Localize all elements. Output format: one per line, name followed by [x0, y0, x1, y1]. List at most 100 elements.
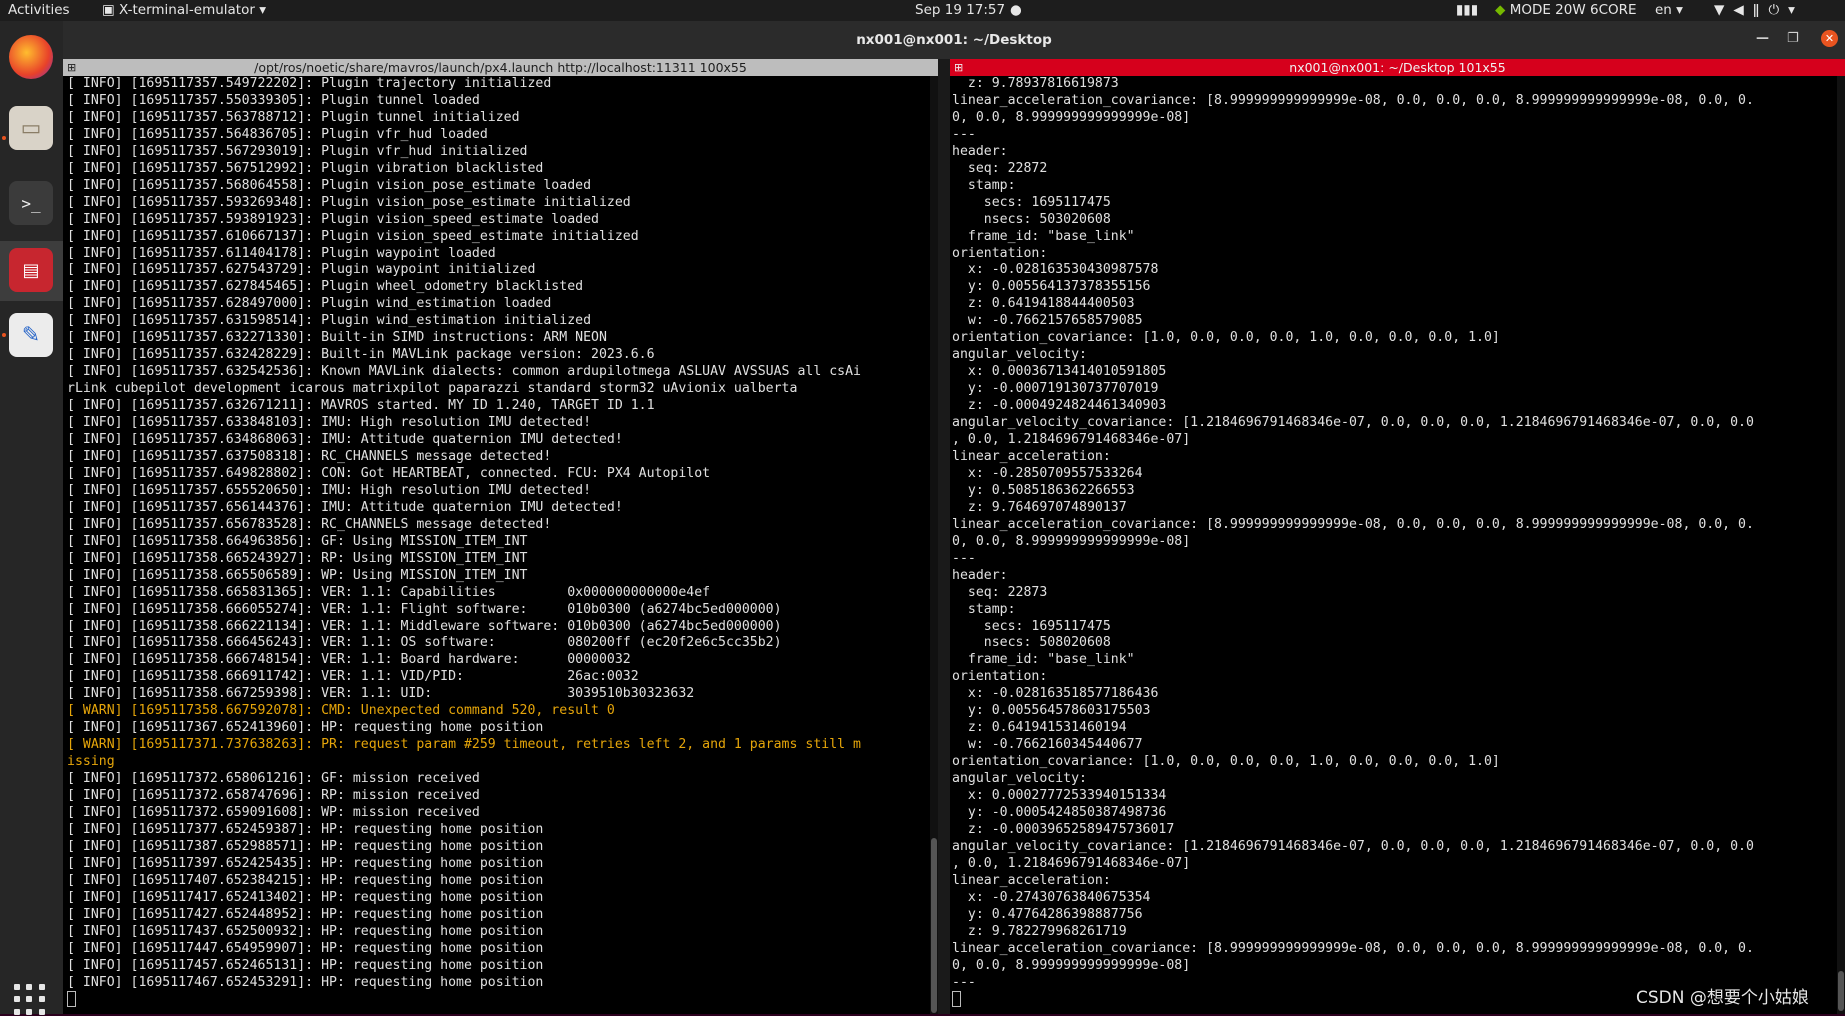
terminal-line: y: -0.0005424850387498736 [952, 804, 1167, 820]
terminal-prompt[interactable] [67, 991, 861, 1011]
terminal-line: [ INFO] [1695117417.652413402]: HP: requ… [67, 889, 544, 905]
terminal-line: [ INFO] [1695117357.593269348]: Plugin v… [67, 194, 631, 210]
terminal-line: [ INFO] [1695117358.665243927]: RP: Usin… [67, 550, 528, 566]
terminal-line: [ INFO] [1695117357.649828802]: CON: Got… [67, 465, 711, 481]
text-editor-icon[interactable]: ✎ [9, 313, 53, 357]
terminal-line: [ INFO] [1695117358.665831365]: VER: 1.1… [67, 584, 711, 600]
terminal-line: [ INFO] [1695117357.593891923]: Plugin v… [67, 211, 599, 227]
left-terminal-pane[interactable]: ⊞ /opt/ros/noetic/share/mavros/launch/px… [63, 59, 938, 1014]
terminal-window: nx001@nx001: ~/Desktop — ❐ ✕ ⊞ /opt/ros/… [63, 21, 1845, 1014]
clock[interactable]: Sep 19 17:57 [915, 2, 1005, 18]
right-scrollbar-thumb[interactable] [1838, 971, 1844, 1011]
terminal-line: [ INFO] [1695117357.628497000]: Plugin w… [67, 296, 552, 312]
terminal-line: [ WARN] [1695117371.737638263]: PR: requ… [67, 737, 861, 753]
close-icon[interactable]: ✕ [1821, 30, 1838, 47]
split-pane-icon[interactable]: ⊞ [954, 59, 963, 76]
terminal-line: [ INFO] [1695117358.666055274]: VER: 1.1… [67, 601, 782, 617]
terminal-line: seq: 22872 [952, 160, 1048, 176]
language-selector[interactable]: en ▾ [1655, 2, 1683, 18]
terminal-line: [ INFO] [1695117372.658747696]: RP: miss… [67, 788, 480, 804]
terminal-line: x: 0.00036713414010591805 [952, 364, 1167, 380]
terminal-line: [ INFO] [1695117357.564836705]: Plugin v… [67, 126, 488, 142]
terminal-line: [ INFO] [1695117467.652453291]: HP: requ… [67, 974, 544, 990]
notification-dot-icon: ● [1010, 2, 1022, 18]
show-applications-icon[interactable] [14, 984, 46, 1016]
terminal-line: y: 0.005564137378355156 [952, 279, 1151, 295]
window-title: nx001@nx001: ~/Desktop [856, 32, 1052, 48]
terminal-app-icon[interactable]: >_ [9, 181, 53, 225]
activities-button[interactable]: Activities [8, 2, 70, 18]
right-terminal-pane[interactable]: ⊞ nx001@nx001: ~/Desktop 101x55 z: 9.789… [950, 59, 1845, 1014]
terminal-line: [ INFO] [1695117357.549722202]: Plugin t… [67, 76, 552, 91]
terminal-line: 0, 0.0, 8.999999999999999e-08] [952, 957, 1191, 973]
minimize-icon[interactable]: — [1756, 31, 1769, 46]
terminal-line: nsecs: 508020608 [952, 635, 1111, 651]
right-terminal-output[interactable]: z: 9.78937816619873 linear_acceleration_c… [952, 76, 1754, 1011]
terminal-line: [ INFO] [1695117357.656144376]: IMU: Att… [67, 499, 623, 515]
terminal-line: y: 0.47764286398887756 [952, 906, 1143, 922]
terminal-line: y: 0.005564578603175503 [952, 703, 1151, 719]
window-titlebar[interactable]: nx001@nx001: ~/Desktop — ❐ ✕ [63, 21, 1845, 59]
terminal-prompt[interactable] [952, 991, 1754, 1011]
terminal-line: [ INFO] [1695117357.567512992]: Plugin v… [67, 160, 544, 176]
terminal-line: header: [952, 143, 1008, 159]
app-menu[interactable]: ▣ X-terminal-emulator ▾ [102, 2, 266, 18]
terminal-icon: ▣ [102, 2, 120, 18]
right-pane-titlebar[interactable]: ⊞ nx001@nx001: ~/Desktop 101x55 [950, 59, 1845, 76]
terminal-line: [ INFO] [1695117358.666456243]: VER: 1.1… [67, 635, 782, 651]
right-scrollbar[interactable] [1837, 76, 1845, 1014]
text-cursor [952, 991, 961, 1008]
left-scrollbar[interactable] [930, 76, 938, 1014]
nvidia-icon: ◆ [1495, 2, 1506, 18]
terminal-line: seq: 22873 [952, 584, 1048, 600]
left-pane-titlebar[interactable]: ⊞ /opt/ros/noetic/share/mavros/launch/px… [63, 59, 938, 76]
terminal-line: z: -0.0004924824461340903 [952, 398, 1167, 414]
terminal-line: --- [952, 550, 976, 566]
terminal-line: x: -0.2850709557533264 [952, 465, 1143, 481]
terminal-line: [ INFO] [1695117357.633848103]: IMU: Hig… [67, 415, 592, 431]
terminal-line: [ INFO] [1695117367.652413960]: HP: requ… [67, 720, 544, 736]
network-monitor-icon[interactable]: ▮▮▮ [1456, 2, 1478, 18]
terminal-line: linear_acceleration_covariance: [8.99999… [952, 516, 1754, 532]
terminal-line: [ INFO] [1695117357.568064558]: Plugin v… [67, 177, 592, 193]
terminal-line: [ INFO] [1695117407.652384215]: HP: requ… [67, 872, 544, 888]
terminal-line: [ INFO] [1695117357.637508318]: RC_CHANN… [67, 448, 552, 464]
terminal-line: --- [952, 126, 976, 142]
maximize-icon[interactable]: ❐ [1787, 31, 1799, 46]
terminal-line: [ INFO] [1695117427.652448952]: HP: requ… [67, 906, 544, 922]
terminal-line: linear_acceleration_covariance: [8.99999… [952, 92, 1754, 108]
terminal-line: [ INFO] [1695117358.667259398]: VER: 1.1… [67, 686, 695, 702]
terminal-line: [ INFO] [1695117457.652465131]: HP: requ… [67, 957, 544, 973]
app-menu-label: X-terminal-emulator ▾ [119, 2, 266, 18]
pane-divider[interactable] [938, 59, 950, 1014]
files-icon[interactable]: ▭ [9, 106, 53, 150]
gpu-mode-label: MODE 20W 6CORE [1509, 2, 1637, 18]
terminal-line: [ INFO] [1695117357.632542536]: Known MA… [67, 364, 861, 380]
running-indicator [2, 136, 6, 140]
terminal-line: [ INFO] [1695117358.665506589]: WP: Usin… [67, 567, 528, 583]
terminal-line: [ INFO] [1695117357.611404178]: Plugin w… [67, 245, 496, 261]
chevron-down-icon: ▾ [1788, 2, 1804, 18]
split-pane-icon[interactable]: ⊞ [67, 59, 76, 76]
terminal-line: [ INFO] [1695117387.652988571]: HP: requ… [67, 838, 544, 854]
wifi-icon: ▼ [1714, 2, 1734, 18]
terminal-line: frame_id: "base_link" [952, 228, 1135, 244]
terminal-line: z: -0.00039652589475736017 [952, 821, 1175, 837]
left-scrollbar-thumb[interactable] [931, 838, 937, 1013]
terminal-line: stamp: [952, 177, 1016, 193]
terminal-line: angular_velocity: [952, 771, 1087, 787]
left-terminal-output[interactable]: [ INFO] [1695117357.549722202]: Plugin t… [67, 76, 861, 1011]
gpu-mode-indicator[interactable]: ◆ MODE 20W 6CORE [1495, 2, 1637, 18]
system-tray[interactable]: ▼◀ǁ⏻▾ [1714, 2, 1804, 18]
x-terminal-emulator-icon[interactable]: ▤ [9, 248, 53, 292]
terminal-line: angular_velocity_covariance: [1.21846967… [952, 838, 1754, 854]
terminal-line: x: -0.27430763840675354 [952, 889, 1151, 905]
terminal-line: z: 9.782279968261719 [952, 923, 1127, 939]
terminal-line: [ INFO] [1695117357.550339305]: Plugin t… [67, 92, 480, 108]
terminal-line: w: -0.7662160345440677 [952, 737, 1143, 753]
terminal-line: [ INFO] [1695117357.563788712]: Plugin t… [67, 109, 520, 125]
terminal-line: , 0.0, 1.2184696791468346e-07] [952, 432, 1191, 448]
firefox-icon[interactable] [9, 35, 53, 79]
terminal-line: [ INFO] [1695117357.567293019]: Plugin v… [67, 143, 528, 159]
terminal-line: orientation: [952, 245, 1048, 261]
